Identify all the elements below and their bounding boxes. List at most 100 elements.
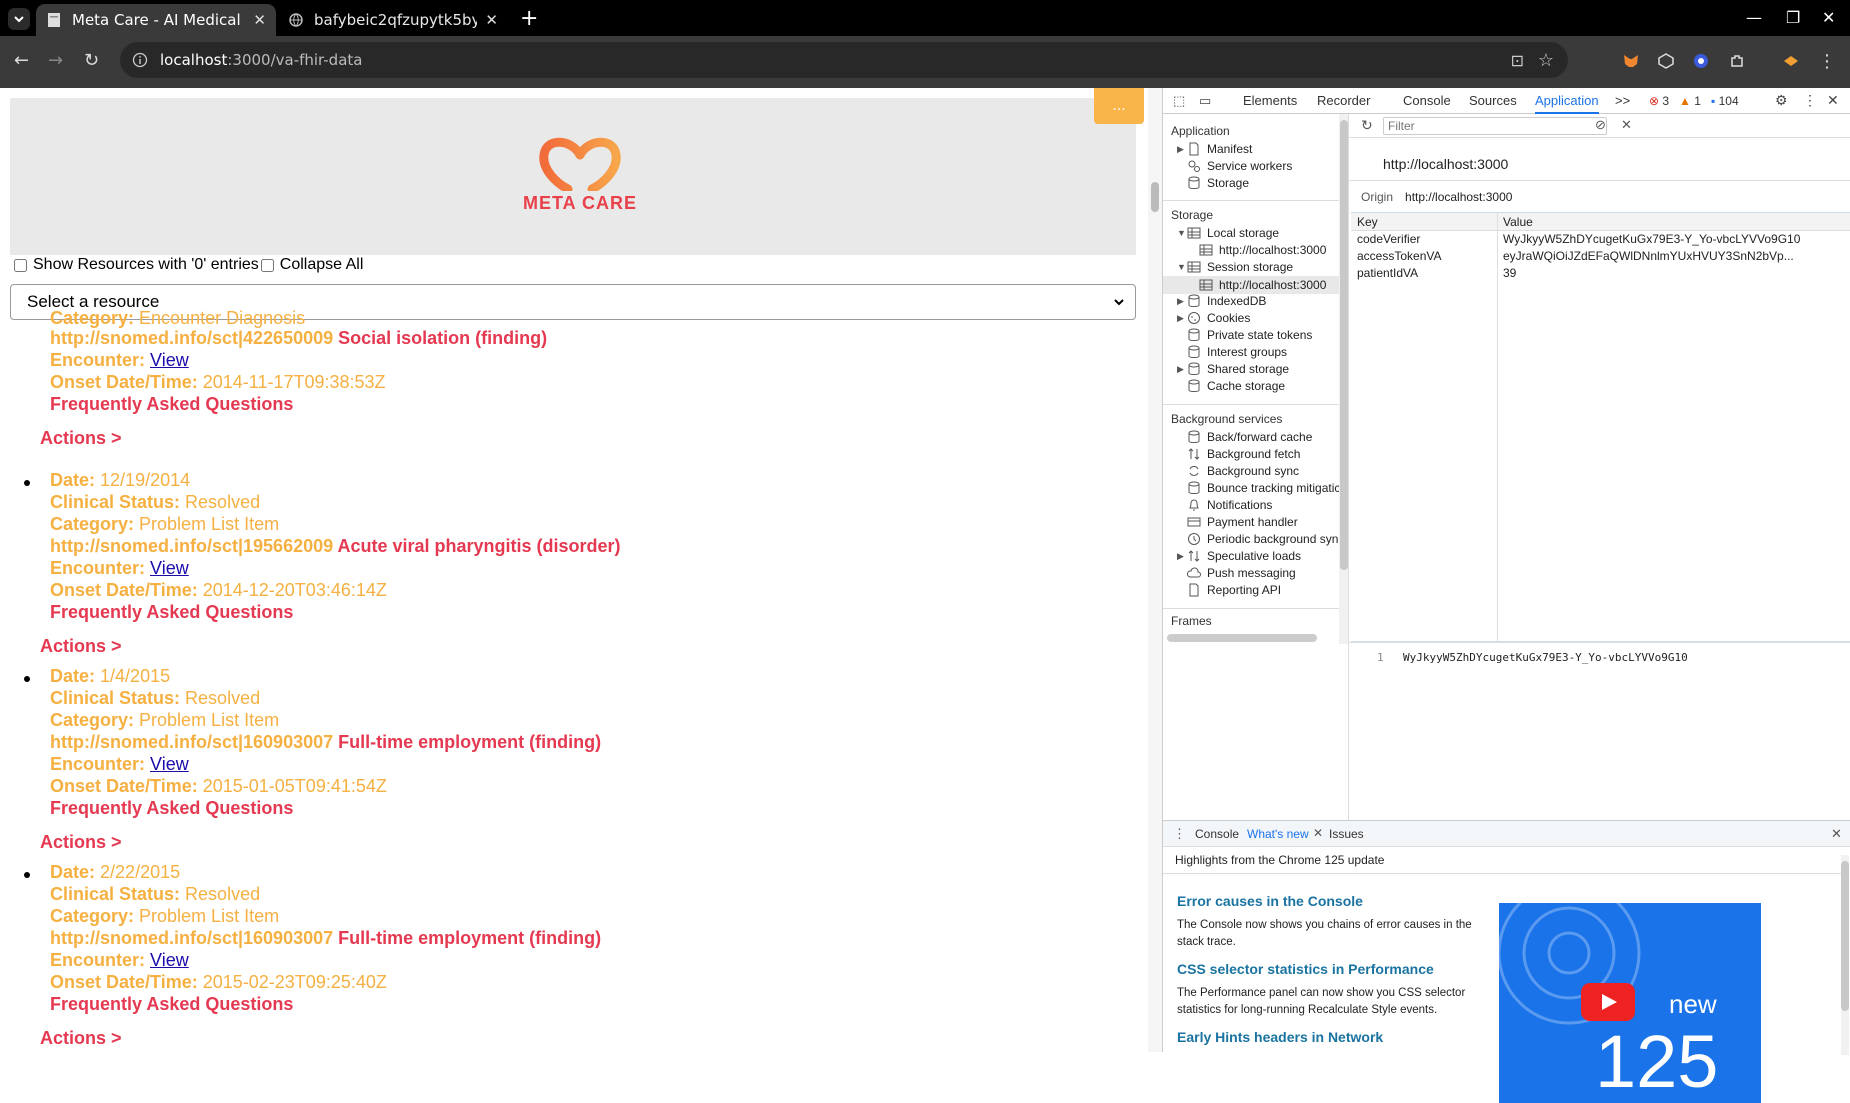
show-zero-checkbox[interactable] (14, 258, 27, 272)
sidebar-item-shared-storage[interactable]: Shared storage (1187, 362, 1289, 376)
tab-console[interactable]: Console (1403, 93, 1451, 108)
tab-bafybeic[interactable]: bafybeic2qfzupytk5byrf ✕ (278, 4, 508, 36)
sidebar-item-background-fetch[interactable]: Background fetch (1187, 447, 1300, 461)
close-window-icon[interactable]: ✕ (1822, 8, 1835, 27)
encounter-view-link[interactable]: View (150, 350, 189, 370)
close-devtools-icon[interactable]: ✕ (1827, 92, 1839, 109)
message-count[interactable]: ▪ 104 (1711, 94, 1739, 108)
browser-menu-icon[interactable]: ⋮ (1816, 50, 1838, 72)
faq-link[interactable]: Frequently Asked Questions (50, 394, 293, 415)
faq-link[interactable]: Frequently Asked Questions (50, 994, 293, 1015)
device-toolbar-icon[interactable]: ▭ (1199, 93, 1211, 109)
sidebar-item-cookies[interactable]: Cookies (1187, 311, 1250, 325)
faq-link[interactable]: Frequently Asked Questions (50, 602, 293, 623)
key-column-header[interactable]: Key (1357, 215, 1378, 229)
expand-arrow-icon[interactable]: ▶ (1177, 296, 1184, 307)
table-row[interactable]: accessTokenVA eyJraWQiOiJZdEFaQWlDNnlmYUx… (1351, 248, 1850, 265)
scrollbar-thumb[interactable] (1151, 182, 1159, 212)
filter-input[interactable] (1383, 117, 1607, 135)
sidebar-item-session-origin[interactable]: http://localhost:3000 (1163, 276, 1348, 294)
drawer-tab-issues[interactable]: Issues (1329, 827, 1364, 841)
sidebar-item-background-sync[interactable]: Background sync (1187, 464, 1299, 478)
sidebar-item-manifest[interactable]: Manifest (1187, 142, 1252, 156)
error-count[interactable]: ⊗ 3 (1649, 94, 1669, 108)
bookmark-star-icon[interactable]: ☆ (1538, 50, 1554, 71)
inspect-element-icon[interactable]: ⬚ (1173, 93, 1185, 109)
tab-application[interactable]: Application (1535, 93, 1599, 114)
sidebar-item-bounce-tracking[interactable]: Bounce tracking mitigatic (1187, 481, 1340, 495)
actions-toggle[interactable]: Actions > (40, 832, 122, 853)
encounter-view-link[interactable]: View (150, 754, 189, 774)
devtools-menu-icon[interactable]: ⋮ (1803, 92, 1817, 109)
chrome-125-video-thumbnail[interactable]: new 125 (1499, 903, 1761, 1103)
encounter-view-link[interactable]: View (150, 950, 189, 970)
clear-all-icon[interactable]: ⊘ (1595, 117, 1606, 133)
sidebar-item-local-origin[interactable]: http://localhost:3000 (1199, 243, 1326, 257)
minimize-icon[interactable]: — (1746, 8, 1762, 27)
menu-button[interactable]: ... (1094, 88, 1144, 124)
sidebar-item-reporting-api[interactable]: Reporting API (1187, 583, 1281, 597)
close-tab-icon[interactable]: ✕ (1313, 826, 1323, 840)
reload-icon[interactable]: ↻ (84, 50, 99, 71)
sidebar-item-notifications[interactable]: Notifications (1187, 498, 1272, 512)
feature-title[interactable]: Early Hints headers in Network (1177, 1029, 1383, 1045)
drawer-tab-console[interactable]: Console (1195, 827, 1239, 841)
sidebar-item-interest-groups[interactable]: Interest groups (1187, 345, 1287, 359)
drawer-menu-icon[interactable]: ⋮ (1173, 826, 1186, 842)
sidebar-item-bfcache[interactable]: Back/forward cache (1187, 430, 1312, 444)
drawer-tab-whats-new[interactable]: What's new (1247, 827, 1309, 841)
install-app-icon[interactable]: ⊡ (1511, 51, 1524, 70)
profile-extension-icon[interactable] (1690, 50, 1712, 72)
close-tab-icon[interactable]: ✕ (485, 11, 498, 29)
back-icon[interactable]: ← (14, 50, 29, 71)
table-row[interactable]: patientIdVA 39 (1351, 265, 1850, 282)
value-column-header[interactable]: Value (1503, 215, 1533, 229)
sidebar-item-push-messaging[interactable]: Push messaging (1187, 566, 1296, 580)
drawer-scrollbar[interactable] (1841, 855, 1849, 1055)
more-tabs-button[interactable]: >> (1615, 93, 1630, 108)
tab-meta-care[interactable]: Meta Care - AI Medical A ✕ (36, 4, 276, 36)
sidebar-item-indexeddb[interactable]: IndexedDB (1187, 294, 1266, 308)
cube-extension-icon[interactable] (1655, 50, 1677, 72)
expand-arrow-icon[interactable]: ▶ (1177, 313, 1184, 324)
sidebar-item-local-storage[interactable]: Local storage (1187, 226, 1279, 240)
delete-selected-icon[interactable]: ✕ (1621, 117, 1632, 133)
actions-toggle[interactable]: Actions > (40, 428, 122, 449)
tab-sources[interactable]: Sources (1469, 93, 1517, 108)
forward-icon[interactable]: → (48, 50, 63, 71)
expand-arrow-icon[interactable]: ▶ (1177, 144, 1184, 155)
sidebar-item-cache-storage[interactable]: Cache storage (1187, 379, 1285, 393)
actions-toggle[interactable]: Actions > (40, 1028, 122, 1049)
settings-gear-icon[interactable]: ⚙ (1775, 92, 1788, 109)
tab-search-button[interactable] (8, 8, 30, 30)
sidebar-item-private-state-tokens[interactable]: Private state tokens (1187, 328, 1312, 342)
expand-arrow-icon[interactable]: ▶ (1177, 364, 1184, 375)
metamask-icon[interactable] (1620, 50, 1642, 72)
sidebar-item-periodic-sync[interactable]: Periodic background sync (1187, 532, 1344, 546)
expand-arrow-icon[interactable]: ▶ (1177, 551, 1184, 562)
refresh-icon[interactable]: ↻ (1361, 117, 1373, 134)
close-tab-icon[interactable]: ✕ (253, 11, 266, 29)
collapse-arrow-icon[interactable]: ▼ (1177, 262, 1186, 272)
collapse-arrow-icon[interactable]: ▼ (1177, 228, 1186, 238)
warning-count[interactable]: ▲ 1 (1679, 94, 1701, 108)
avatar[interactable] (1780, 50, 1802, 72)
feature-title[interactable]: Error causes in the Console (1177, 893, 1363, 909)
encounter-view-link[interactable]: View (150, 558, 189, 578)
table-row[interactable]: codeVerifier WyJkyyW5ZhDYcugetKuGx79E3-Y_… (1351, 231, 1850, 248)
address-bar[interactable]: localhost:3000/va-fhir-data ⊡ ☆ (120, 42, 1568, 78)
page-scrollbar[interactable] (1148, 88, 1162, 1052)
actions-toggle[interactable]: Actions > (40, 636, 122, 657)
restore-icon[interactable]: ❐ (1786, 8, 1800, 27)
sidebar-item-session-storage[interactable]: Session storage (1187, 260, 1293, 274)
collapse-all-checkbox[interactable] (260, 258, 274, 272)
sidebar-hscroll[interactable] (1167, 634, 1317, 642)
close-drawer-icon[interactable]: ✕ (1831, 826, 1842, 842)
faq-link[interactable]: Frequently Asked Questions (50, 798, 293, 819)
sidebar-item-storage[interactable]: Storage (1187, 176, 1249, 190)
new-tab-button[interactable]: + (520, 6, 538, 31)
feature-title[interactable]: CSS selector statistics in Performance (1177, 961, 1434, 977)
tab-elements[interactable]: Elements (1243, 93, 1297, 108)
extensions-puzzle-icon[interactable] (1726, 50, 1748, 72)
info-icon[interactable] (132, 52, 148, 68)
